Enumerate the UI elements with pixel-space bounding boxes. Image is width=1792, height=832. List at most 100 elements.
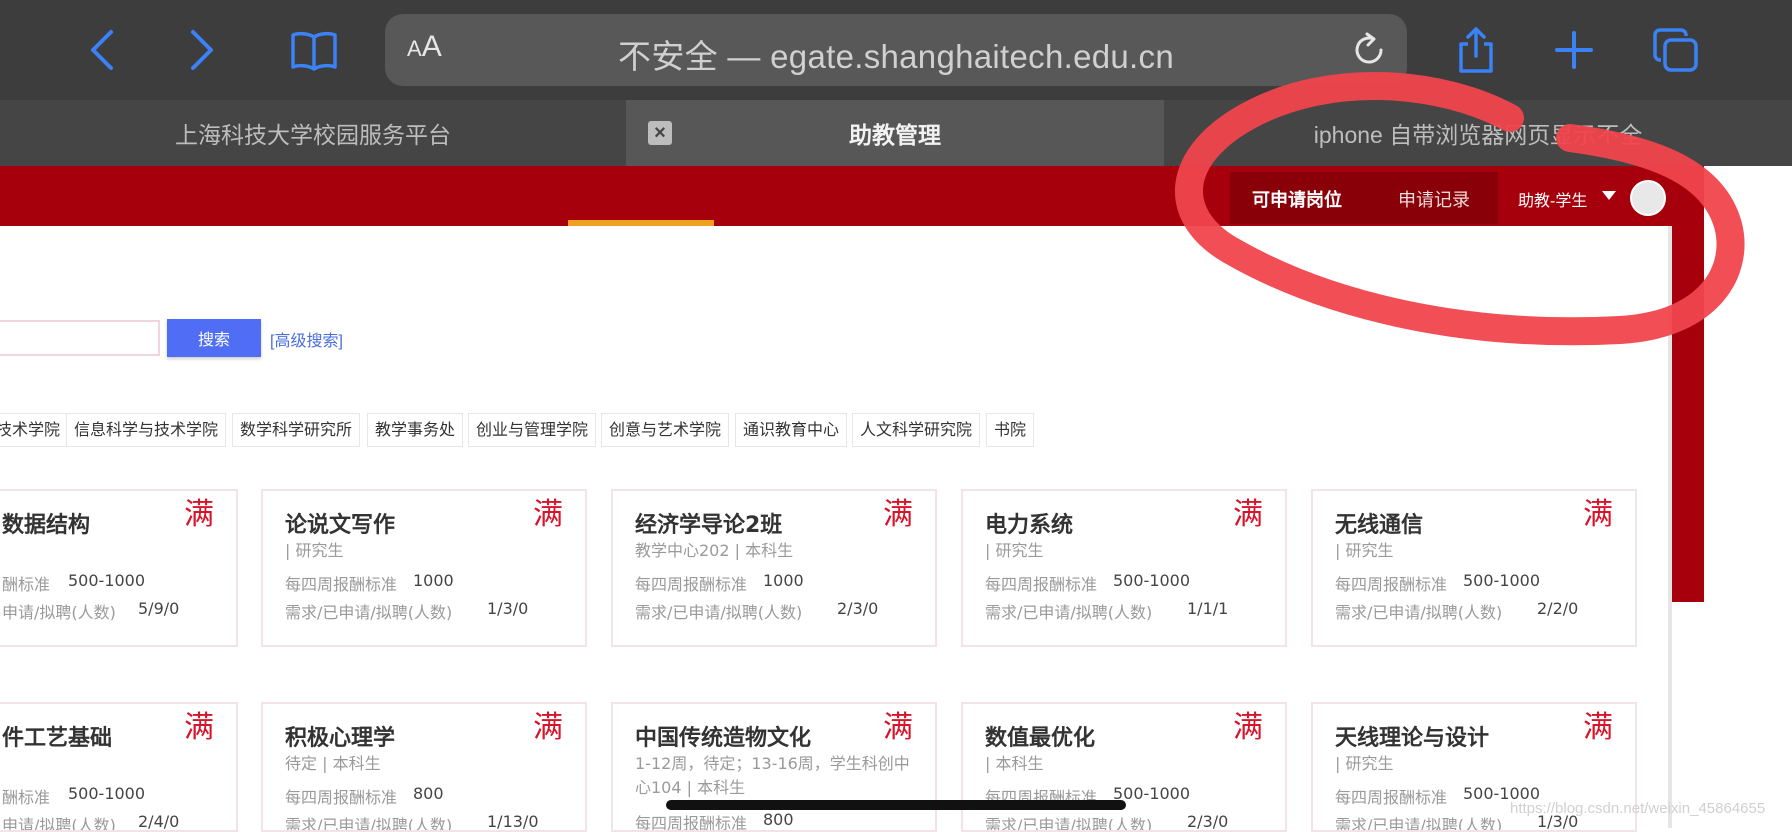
- count-value: 5/9/0: [138, 599, 180, 618]
- pay-label: 每四周报酬标准: [985, 575, 1098, 594]
- full-badge: 满: [184, 710, 214, 745]
- browser-toolbar: AA 不安全 — egate.shanghaitech.edu.cn: [0, 0, 1792, 100]
- pay-value: 800: [763, 810, 794, 829]
- back-button[interactable]: [74, 22, 130, 78]
- bookmarks-button[interactable]: [286, 22, 342, 78]
- count-label: 需求/已申请/拟聘(人数): [985, 816, 1153, 832]
- pay-value: 1000: [763, 571, 804, 590]
- course-meta: 待定 | 本科生: [285, 754, 381, 773]
- pay-value: 500-1000: [68, 784, 146, 803]
- category-tag[interactable]: 创业与管理学院: [468, 413, 597, 447]
- active-nav-indicator: [568, 220, 714, 226]
- pay-label: 每四周报酬标准: [1335, 788, 1448, 807]
- tab-ta-management[interactable]: × 助教管理: [626, 100, 1164, 166]
- avatar[interactable]: [1630, 180, 1666, 216]
- category-tag[interactable]: 信息科学与技术学院: [66, 413, 227, 447]
- course-title: 天线理论与设计: [1335, 726, 1490, 751]
- course-card[interactable]: 满 件工艺基础 酬标准 500-1000 申请/拟聘(人数) 2/4/0: [0, 702, 238, 832]
- count-value: 1/13/0: [487, 812, 539, 831]
- share-button[interactable]: [1448, 22, 1504, 78]
- count-label: 需求/已申请/拟聘(人数): [1335, 816, 1503, 832]
- watermark: https://blog.csdn.net/weixin_45864655: [1510, 800, 1766, 817]
- course-title: 电力系统: [985, 513, 1074, 538]
- pay-value: 500-1000: [1113, 571, 1191, 590]
- menu-application-records[interactable]: 申请记录: [1398, 186, 1470, 212]
- count-value: 1/1/1: [1187, 599, 1229, 618]
- count-value: 2/2/0: [1537, 599, 1579, 618]
- course-meta: | 本科生: [985, 754, 1044, 773]
- course-card[interactable]: 满 中国传统造物文化 1-12周，待定；13-16周，学生科创中心104 | 本…: [611, 702, 937, 832]
- course-card[interactable]: 满 电力系统 | 研究生 每四周报酬标准 500-1000 需求/已申请/拟聘(人…: [961, 489, 1287, 647]
- course-meta: 1-12周，待定；13-16周，学生科创中心104 | 本科生: [635, 754, 910, 797]
- tabs-overview-button[interactable]: [1648, 22, 1704, 78]
- course-card[interactable]: 满 无线通信 | 研究生 每四周报酬标准 500-1000 需求/已申请/拟聘(人…: [1311, 489, 1637, 647]
- menu-available-positions[interactable]: 可申请岗位: [1252, 186, 1342, 212]
- count-value: 2/3/0: [837, 599, 879, 618]
- course-meta: | 研究生: [985, 541, 1044, 560]
- pay-value: 1000: [413, 571, 454, 590]
- category-tag[interactable]: 教学事务处: [367, 413, 464, 447]
- pay-label: 酬标准: [2, 788, 51, 807]
- search-input[interactable]: [0, 320, 160, 356]
- category-tag[interactable]: 数学科学研究所: [232, 413, 361, 447]
- pay-value: 500-1000: [68, 571, 146, 590]
- count-label: 需求/已申请/拟聘(人数): [285, 603, 453, 622]
- chevron-left-icon: [91, 30, 113, 70]
- pay-label: 每四周报酬标准: [635, 814, 748, 832]
- full-badge: 满: [1583, 710, 1613, 745]
- address-bar[interactable]: AA 不安全 — egate.shanghaitech.edu.cn: [385, 14, 1407, 86]
- course-meta: 教学中心202 | 本科生: [635, 541, 794, 560]
- category-tag[interactable]: 技术学院: [0, 413, 69, 447]
- course-card[interactable]: 满 数据结构 酬标准 500-1000 申请/拟聘(人数) 5/9/0: [0, 489, 238, 647]
- course-title: 积极心理学: [285, 726, 396, 751]
- full-badge: 满: [533, 710, 563, 745]
- pay-label: 每四周报酬标准: [285, 575, 398, 594]
- category-tag[interactable]: 书院: [986, 413, 1035, 447]
- plus-icon: [1555, 31, 1593, 69]
- tab-label: 助教管理: [849, 122, 941, 148]
- close-icon[interactable]: ×: [648, 121, 672, 145]
- course-card[interactable]: 满 论说文写作 | 研究生 每四周报酬标准 1000 需求/已申请/拟聘(人数) 1…: [261, 489, 587, 647]
- pay-label: 每四周报酬标准: [285, 788, 398, 807]
- full-badge: 满: [1583, 497, 1613, 532]
- count-value: 1/3/0: [487, 599, 529, 618]
- count-label: 需求/已申请/拟聘(人数): [1335, 603, 1503, 622]
- tab-campus-portal[interactable]: 上海科技大学校园服务平台: [0, 100, 626, 166]
- tabs-icon: [1653, 28, 1698, 72]
- role-label: 助教-学生: [1518, 193, 1588, 210]
- tab-bar: 上海科技大学校园服务平台 × 助教管理 iphone 自带浏览器网页显示不全: [0, 100, 1792, 166]
- advanced-search-link[interactable]: [高级搜索]: [270, 327, 343, 351]
- course-title: 中国传统造物文化: [635, 726, 812, 751]
- share-icon: [1459, 27, 1493, 73]
- full-badge: 满: [184, 497, 214, 532]
- role-dropdown[interactable]: 助教-学生: [1508, 178, 1624, 216]
- category-tag[interactable]: 通识教育中心: [735, 413, 848, 447]
- forward-button[interactable]: [174, 22, 230, 78]
- course-card[interactable]: 满 积极心理学 待定 | 本科生 每四周报酬标准 800 需求/已申请/拟聘(人数…: [261, 702, 587, 832]
- category-tag[interactable]: 创意与艺术学院: [601, 413, 730, 447]
- header-menu: 可申请岗位 申请记录: [1230, 172, 1498, 224]
- new-tab-button[interactable]: [1546, 22, 1602, 78]
- pay-value: 500-1000: [1113, 784, 1191, 803]
- tab-csdn-article[interactable]: iphone 自带浏览器网页显示不全: [1164, 100, 1792, 166]
- course-title: 数值最优化: [985, 726, 1096, 751]
- count-value: 2/4/0: [138, 812, 180, 831]
- course-title: 论说文写作: [285, 513, 396, 538]
- full-badge: 满: [533, 497, 563, 532]
- caret-down-icon: [1602, 191, 1616, 200]
- count-label: 需求/已申请/拟聘(人数): [985, 603, 1153, 622]
- url-text: 不安全 — egate.shanghaitech.edu.cn: [618, 38, 1174, 75]
- search-button[interactable]: 搜索: [167, 319, 261, 357]
- category-tag[interactable]: 人文科学研究院: [852, 413, 981, 447]
- pay-value: 500-1000: [1463, 571, 1541, 590]
- course-card[interactable]: 满 数值最优化 | 本科生 每四周报酬标准 500-1000 需求/已申请/拟聘(…: [961, 702, 1287, 832]
- reload-icon[interactable]: [1351, 32, 1387, 68]
- full-badge: 满: [883, 497, 913, 532]
- count-value: 2/3/0: [1187, 812, 1229, 831]
- course-title: 经济学导论2班: [635, 513, 783, 538]
- course-title: 数据结构: [2, 513, 91, 538]
- home-indicator: [666, 800, 1126, 810]
- count-label: 需求/已申请/拟聘(人数): [285, 816, 453, 832]
- course-card[interactable]: 满 经济学导论2班 教学中心202 | 本科生 每四周报酬标准 1000 需求/已…: [611, 489, 937, 647]
- full-badge: 满: [1233, 710, 1263, 745]
